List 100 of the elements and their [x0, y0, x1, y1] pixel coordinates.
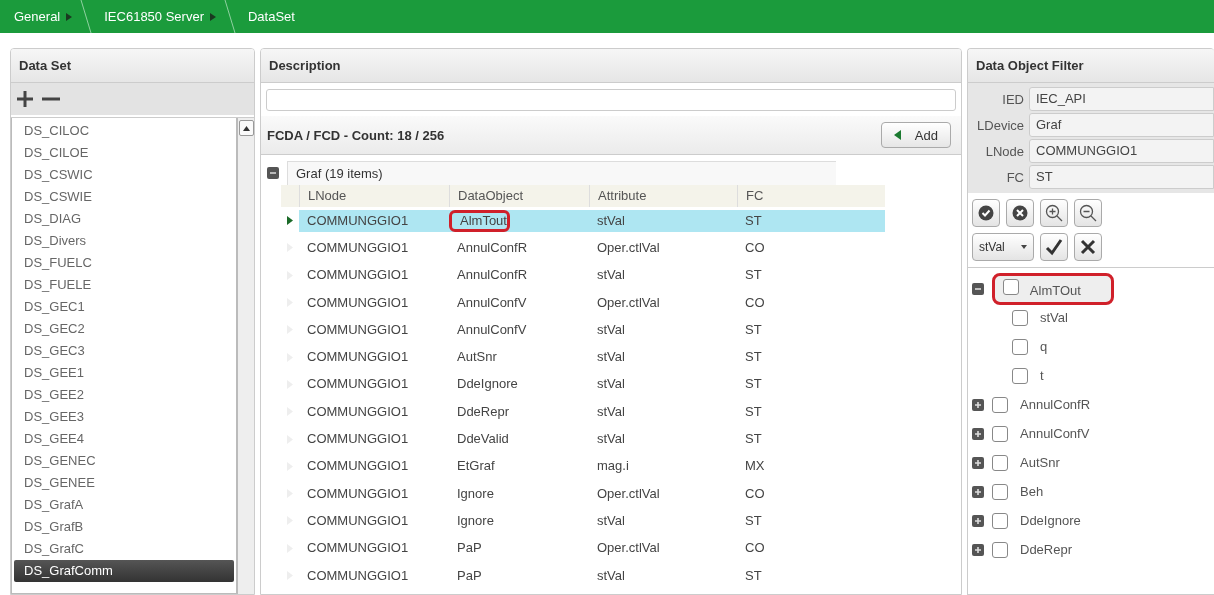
breadcrumb-separator — [224, 0, 236, 33]
zoom-in-button[interactable] — [1040, 199, 1068, 227]
table-cell-text: AnnulConfR — [456, 266, 528, 285]
tree-node[interactable]: AutSnr — [1016, 452, 1064, 473]
zoom-out-button[interactable] — [1074, 199, 1102, 227]
checkbox[interactable] — [992, 512, 1008, 529]
table-cell-text: COMMUNGGIO1 — [306, 484, 409, 503]
checkbox[interactable] — [1012, 309, 1028, 326]
list-item[interactable]: DS_GrafA — [14, 494, 234, 516]
list-item[interactable]: DS_CILOE — [14, 142, 234, 164]
collapse-icon[interactable] — [267, 167, 279, 179]
list-item[interactable]: DS_CILOC — [14, 120, 234, 142]
column-header[interactable]: DataObject — [449, 185, 589, 207]
tree-node[interactable]: DdeRepr — [1016, 539, 1077, 560]
tree-node[interactable]: AnnulConfR — [1016, 394, 1095, 415]
list-item[interactable]: DS_CSWIE — [14, 186, 234, 208]
scroll-up-icon[interactable] — [242, 125, 250, 131]
expand-icon[interactable] — [972, 456, 984, 469]
arrow-icon — [66, 12, 73, 21]
table-cell-text: COMMUNGGIO1 — [306, 402, 409, 421]
checkmark-icon — [1045, 238, 1063, 256]
filter-field[interactable]: Graf — [1029, 113, 1214, 137]
checkbox[interactable] — [1012, 367, 1028, 384]
column-header[interactable]: LNode — [299, 185, 449, 207]
list-item[interactable]: DS_GEE2 — [14, 384, 234, 406]
list-item[interactable]: DS_GEC2 — [14, 318, 234, 340]
table-cell-text: ST — [744, 348, 762, 367]
tree-node[interactable]: Beh — [1016, 481, 1048, 502]
list-item[interactable]: DS_CSWIC — [14, 164, 234, 186]
table-cell-text: COMMUNGGIO1 — [306, 348, 409, 367]
clear-button[interactable] — [1006, 199, 1034, 227]
list-item[interactable]: DS_GrafB — [14, 516, 234, 538]
checkbox[interactable] — [992, 425, 1008, 442]
tree-node[interactable]: t — [1036, 365, 1048, 386]
x-circle-icon — [1012, 205, 1028, 221]
expand-icon[interactable] — [972, 543, 984, 556]
table-cell-text: COMMUNGGIO1 — [306, 457, 409, 476]
expand-icon[interactable] — [972, 485, 984, 498]
attribute-dropdown[interactable]: stVal — [972, 233, 1034, 261]
column-header[interactable]: Attribute — [589, 185, 737, 207]
list-item[interactable]: DS_FUELC — [14, 252, 234, 274]
arrow-icon — [893, 130, 901, 140]
group-header[interactable]: Graf (19 items) — [287, 160, 836, 186]
remove-icon[interactable] — [42, 97, 60, 101]
tree-node[interactable]: AlmTOut — [992, 272, 1114, 305]
table-cell-text: CO — [744, 293, 765, 312]
select-all-button[interactable] — [972, 199, 1000, 227]
collapse-icon[interactable] — [972, 282, 984, 295]
expand-icon[interactable] — [972, 427, 984, 440]
checkbox[interactable] — [992, 396, 1008, 413]
list-item[interactable]: DS_FUELE — [14, 274, 234, 296]
breadcrumb-item[interactable]: DataSet — [248, 9, 295, 24]
table-cell-text: COMMUNGGIO1 — [306, 211, 409, 230]
zoom-in-icon — [1045, 204, 1063, 222]
tree-node[interactable]: stVal — [1036, 307, 1072, 328]
filter-field[interactable]: IEC_API — [1029, 87, 1214, 111]
cancel-button[interactable] — [1074, 233, 1102, 261]
list-item[interactable]: DS_DIAG — [14, 208, 234, 230]
breadcrumb-item[interactable]: IEC61850 Server — [104, 9, 204, 24]
list-item[interactable]: DS_GEC3 — [14, 340, 234, 362]
table-cell-text: AutSnr — [456, 348, 497, 367]
table-cell-text: mag.i — [596, 457, 629, 476]
list-item[interactable]: DS_GEE4 — [14, 428, 234, 450]
checkbox[interactable] — [992, 454, 1008, 471]
tree-node[interactable]: AnnulConfV — [1016, 423, 1094, 444]
column-header[interactable]: FC — [737, 185, 885, 207]
breadcrumb-item[interactable]: General — [14, 9, 61, 24]
expand-icon[interactable] — [972, 398, 984, 411]
list-item[interactable]: DS_GEE3 — [14, 406, 234, 428]
add-icon[interactable] — [16, 90, 34, 108]
panel-title: Description — [261, 49, 961, 83]
checkbox[interactable] — [1012, 338, 1028, 355]
list-item[interactable]: DS_GrafC — [14, 538, 234, 560]
expand-icon[interactable] — [972, 514, 984, 527]
list-item[interactable]: DS_GEE1 — [14, 362, 234, 384]
count-label: FCDA / FCD - Count: 18 / 256 — [267, 127, 445, 143]
list-item[interactable]: DS_Divers — [14, 230, 234, 252]
list-item[interactable]: DS_GEC1 — [14, 296, 234, 318]
filter-field[interactable]: ST — [1029, 165, 1214, 189]
add-button[interactable]: Add — [880, 122, 951, 148]
table-cell-text: Oper.ctlVal — [596, 539, 660, 558]
filter-field[interactable]: COMMUNGGIO1 — [1029, 139, 1214, 163]
checkbox[interactable] — [992, 541, 1008, 558]
list-item[interactable]: DS_GENEE — [14, 472, 234, 494]
table-cell: AlmTout — [449, 209, 510, 232]
table-cell-text: COMMUNGGIO1 — [306, 238, 409, 257]
list-item[interactable]: DS_GrafComm — [14, 560, 234, 582]
tree-node[interactable]: q — [1036, 336, 1052, 357]
list-item[interactable]: DS_GENEC — [14, 450, 234, 472]
checkbox[interactable] — [992, 483, 1008, 500]
checkbox[interactable] — [1003, 278, 1019, 295]
scrollbar[interactable] — [237, 118, 254, 594]
apply-button[interactable] — [1040, 233, 1068, 261]
table-cell-text: COMMUNGGIO1 — [306, 320, 409, 339]
table-cell-text: ST — [744, 430, 762, 448]
table-cell-text: COMMUNGGIO1 — [306, 293, 409, 312]
table-cell-text: AnnulConfV — [456, 293, 527, 312]
description-field[interactable] — [266, 88, 956, 111]
table-cell-text: ST — [744, 402, 762, 421]
tree-node[interactable]: DdeIgnore — [1016, 510, 1085, 531]
